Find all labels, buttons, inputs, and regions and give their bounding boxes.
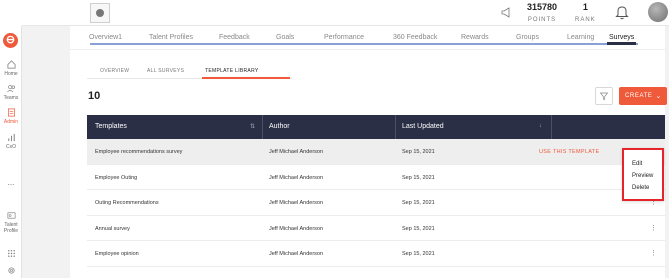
tab-talent-profiles[interactable]: Talent Profiles bbox=[149, 34, 193, 41]
create-button-label: CREATE bbox=[625, 93, 653, 99]
subtab-template-library[interactable]: TEMPLATE LIBRARY bbox=[205, 68, 259, 74]
table-row[interactable]: Outing Recommendations Jeff Michael Ande… bbox=[87, 190, 665, 216]
rank-value: 1 bbox=[582, 2, 588, 12]
survey-subtabs: OVERVIEW ALL SURVEYS TEMPLATE LIBRARY bbox=[87, 64, 292, 79]
main-panel: Overview1 Talent Profiles Feedback Goals… bbox=[70, 26, 667, 278]
subtab-overview[interactable]: OVERVIEW bbox=[100, 68, 129, 74]
rank-stat: 1 RANK bbox=[575, 3, 596, 25]
nav-active-indicator bbox=[607, 42, 636, 45]
template-updated: Sep 15, 2021 bbox=[402, 149, 435, 155]
module-nav: Overview1 Talent Profiles Feedback Goals… bbox=[70, 26, 665, 50]
points-stat: 315780 POINTS bbox=[527, 3, 557, 25]
sort-down-icon[interactable]: ↓ bbox=[539, 123, 542, 129]
avatar[interactable] bbox=[648, 2, 668, 22]
more-options-icon[interactable]: ⋮ bbox=[650, 249, 657, 257]
tab-goals[interactable]: Goals bbox=[276, 34, 294, 41]
filter-icon bbox=[599, 92, 609, 100]
tab-surveys[interactable]: Surveys bbox=[609, 34, 634, 41]
megaphone-icon[interactable] bbox=[501, 6, 513, 18]
tab-performance[interactable]: Performance bbox=[324, 34, 364, 41]
sidebar-item-label: CxO bbox=[6, 144, 16, 150]
subtab-all-surveys[interactable]: ALL SURVEYS bbox=[147, 68, 184, 74]
points-label: POINTS bbox=[527, 17, 557, 23]
template-name: Annual survey bbox=[95, 225, 130, 232]
column-divider bbox=[551, 115, 552, 139]
tab-overview1[interactable]: Overview1 bbox=[89, 34, 122, 41]
rail-top bbox=[0, 0, 22, 26]
template-author: Jeff Michael Anderson bbox=[269, 149, 324, 155]
table-row[interactable]: Annual survey Jeff Michael Anderson Sep … bbox=[87, 216, 665, 241]
admin-icon bbox=[7, 108, 15, 117]
sidebar-item-label: Talent Profile bbox=[3, 222, 19, 234]
template-author: Jeff Michael Anderson bbox=[269, 225, 324, 232]
table-row[interactable]: Employee opinion Jeff Michael Anderson S… bbox=[87, 241, 665, 267]
profile-card-icon bbox=[7, 212, 15, 219]
use-template-button[interactable]: USE THIS TEMPLATE bbox=[539, 149, 599, 155]
sidebar-item-talent-profile[interactable]: Talent Profile bbox=[0, 211, 22, 234]
templates-table: Templates ⇅ Author Last Updated ↓ Employ… bbox=[87, 115, 665, 267]
more-options-icon[interactable]: ⋮ bbox=[650, 224, 657, 232]
template-updated: Sep 15, 2021 bbox=[402, 174, 435, 181]
template-name: Outing Recommendations bbox=[95, 200, 159, 206]
sidebar-item-settings[interactable] bbox=[0, 266, 22, 277]
tab-360-feedback[interactable]: 360 Feedback bbox=[393, 34, 437, 41]
sidebar-item-label: ... bbox=[7, 178, 15, 187]
template-name: Employee Outing bbox=[95, 174, 138, 181]
points-value: 315780 bbox=[527, 2, 558, 12]
sidebar-item-teams[interactable]: Teams bbox=[0, 84, 22, 101]
sidebar-item-home[interactable]: Home bbox=[0, 60, 22, 77]
template-updated: Sep 15, 2021 bbox=[402, 251, 435, 257]
template-count: 10 bbox=[88, 90, 101, 102]
column-divider bbox=[262, 115, 263, 139]
column-last-updated[interactable]: Last Updated bbox=[402, 123, 444, 130]
table-row[interactable]: Employee recommendations survey Jeff Mic… bbox=[87, 139, 665, 165]
sidebar-item-label: Teams bbox=[3, 95, 19, 101]
template-updated: Sep 15, 2021 bbox=[402, 200, 435, 206]
sidebar-item-label: Home bbox=[4, 71, 18, 77]
table-header: Templates ⇅ Author Last Updated ↓ bbox=[87, 115, 665, 139]
template-author: Jeff Michael Anderson bbox=[269, 174, 324, 181]
company-logo[interactable] bbox=[90, 3, 110, 23]
sidebar-item-cxo[interactable]: CxO bbox=[0, 133, 22, 150]
app-logo-icon[interactable]: ⊖ bbox=[3, 33, 18, 48]
teams-icon bbox=[6, 85, 15, 93]
create-button[interactable]: CREATE ⌄ bbox=[619, 87, 667, 105]
grid-icon bbox=[7, 250, 15, 257]
sidebar-item-apps[interactable] bbox=[0, 249, 22, 260]
gear-icon bbox=[7, 267, 15, 274]
template-name: Employee recommendations survey bbox=[95, 149, 183, 155]
sort-icon[interactable]: ⇅ bbox=[250, 123, 255, 130]
column-author[interactable]: Author bbox=[269, 123, 290, 130]
sidebar-item-admin[interactable]: Admin bbox=[0, 108, 22, 125]
chart-icon bbox=[7, 133, 15, 142]
sidebar-item-more[interactable]: ... bbox=[0, 178, 22, 187]
tab-feedback[interactable]: Feedback bbox=[219, 34, 250, 41]
column-divider bbox=[395, 115, 396, 139]
template-author: Jeff Michael Anderson bbox=[269, 200, 324, 206]
filter-button[interactable] bbox=[595, 87, 613, 105]
sidebar-item-label: Admin bbox=[3, 119, 19, 125]
menu-item-edit[interactable]: Edit bbox=[632, 161, 642, 167]
top-header: 315780 POINTS 1 RANK bbox=[22, 0, 669, 26]
left-rail: ⊖ Home Teams Admin CxO ... Talent Profil… bbox=[0, 0, 22, 278]
row-context-menu: Edit Preview Delete bbox=[622, 148, 664, 201]
table-row[interactable]: Employee Outing Jeff Michael Anderson Se… bbox=[87, 165, 665, 190]
column-templates[interactable]: Templates bbox=[95, 123, 127, 130]
tab-learning[interactable]: Learning bbox=[567, 34, 594, 41]
tab-rewards[interactable]: Rewards bbox=[461, 34, 489, 41]
template-updated: Sep 15, 2021 bbox=[402, 225, 435, 232]
template-author: Jeff Michael Anderson bbox=[269, 251, 324, 257]
home-icon bbox=[7, 60, 15, 69]
chevron-down-icon: ⌄ bbox=[655, 93, 662, 100]
nav-underline bbox=[90, 43, 638, 45]
subtab-active-indicator bbox=[202, 77, 290, 79]
template-name: Employee opinion bbox=[95, 251, 139, 257]
tab-groups[interactable]: Groups bbox=[516, 34, 539, 41]
menu-item-preview[interactable]: Preview bbox=[632, 173, 653, 179]
menu-item-delete[interactable]: Delete bbox=[632, 185, 649, 191]
bell-icon[interactable] bbox=[615, 4, 629, 20]
rank-label: RANK bbox=[575, 17, 596, 23]
